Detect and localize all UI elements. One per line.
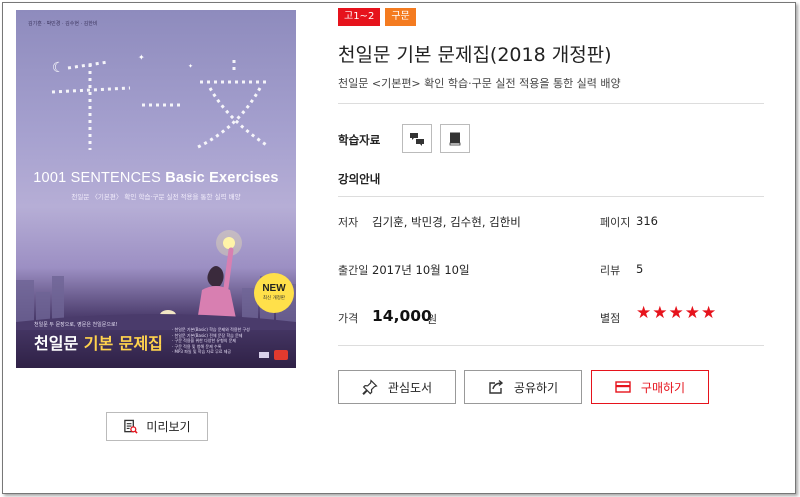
star-icon: ★ [636,303,652,323]
wishlist-label: 관심도서 [387,380,433,395]
share-label: 공유하기 [513,380,559,395]
lecture-label: 강의안내 [338,172,381,186]
cover-illustration [16,230,296,330]
category-tag: 구문 [385,8,416,26]
book-icon [449,132,461,145]
tag-list: 고1~2 구문 [338,8,416,26]
divider [338,196,764,197]
star-icon: ★ [701,303,717,323]
materials-label: 학습자료 [338,133,381,147]
price-value: 14,000 [372,307,432,325]
pages-label: 페이지 [600,216,631,229]
publisher-logo [274,350,288,360]
svg-text:✦: ✦ [138,53,145,62]
buy-label: 구매하기 [640,380,686,395]
svg-text:✦: ✦ [188,63,193,70]
author-value: 김기훈, 박민경, 김수현, 김한비 [372,215,521,229]
chat-bubbles-icon [410,132,424,146]
pushpin-icon [362,379,378,395]
author-label: 저자 [338,216,359,229]
wishlist-button[interactable]: 관심도서 [338,370,456,404]
date-label: 출간일 [338,264,369,277]
cover-tagline: 천일문 두 문장으로, 영문은 천일문으로! [34,322,118,328]
cover-english-title: 1001 SENTENCES Basic Exercises [33,170,279,186]
star-icon: ★ [684,303,700,323]
rating-label: 별점 [600,312,621,325]
svg-text:☾: ☾ [52,60,65,76]
preview-icon [124,419,138,434]
new-edition-badge: NEW 최신 개정판 [254,273,294,313]
rating-stars: ★ ★ ★ ★ ★ [636,305,716,322]
star-icon: ★ [668,303,684,323]
preview-button-label: 미리보기 [146,420,191,434]
date-value: 2017년 10월 10일 [372,263,470,277]
book-title: 천일문 기본 문제집(2018 개정판) [338,44,612,66]
price-label: 가격 [338,312,359,325]
cover-bullets: · 천일문 기본(Basic) 학습 문제와 적용한 구성 · 천일문 기본(B… [172,327,250,355]
price-unit: 원 [427,313,438,326]
divider [338,345,764,346]
review-label: 리뷰 [600,264,621,277]
pages-value: 316 [636,214,658,228]
review-value: 5 [636,262,644,276]
star-icon: ★ [652,303,668,323]
grade-tag: 고1~2 [338,8,381,26]
materials-book-button[interactable] [440,124,470,153]
cover-authors: 김기훈 · 박민경 · 김수현 · 김한비 [28,21,98,27]
share-button[interactable]: 공유하기 [464,370,582,404]
buy-button[interactable]: 구매하기 [591,370,709,404]
credit-card-icon [615,381,631,393]
share-icon [489,379,503,394]
cover-korean-title: 천일문 기본 문제집 [34,334,163,353]
book-description: 천일문 <기본편> 확인 학습·구문 실전 적용을 통한 실력 배양 [338,77,621,90]
materials-chat-button[interactable] [402,124,432,153]
publisher-logo-secondary [259,352,269,358]
book-cover-image: 김기훈 · 박민경 · 김수현 · 김한비 ☾ ✦ ✦ 1001 SENTENC… [16,10,296,368]
preview-button[interactable]: 미리보기 [106,412,208,441]
divider [338,103,764,104]
cover-subtitle: 천일문 〈기본편〉 확인 학습·구문 실전 적용을 통한 실력 배양 [71,193,241,201]
cover-hanja-logo: ☾ ✦ ✦ [51,53,270,150]
